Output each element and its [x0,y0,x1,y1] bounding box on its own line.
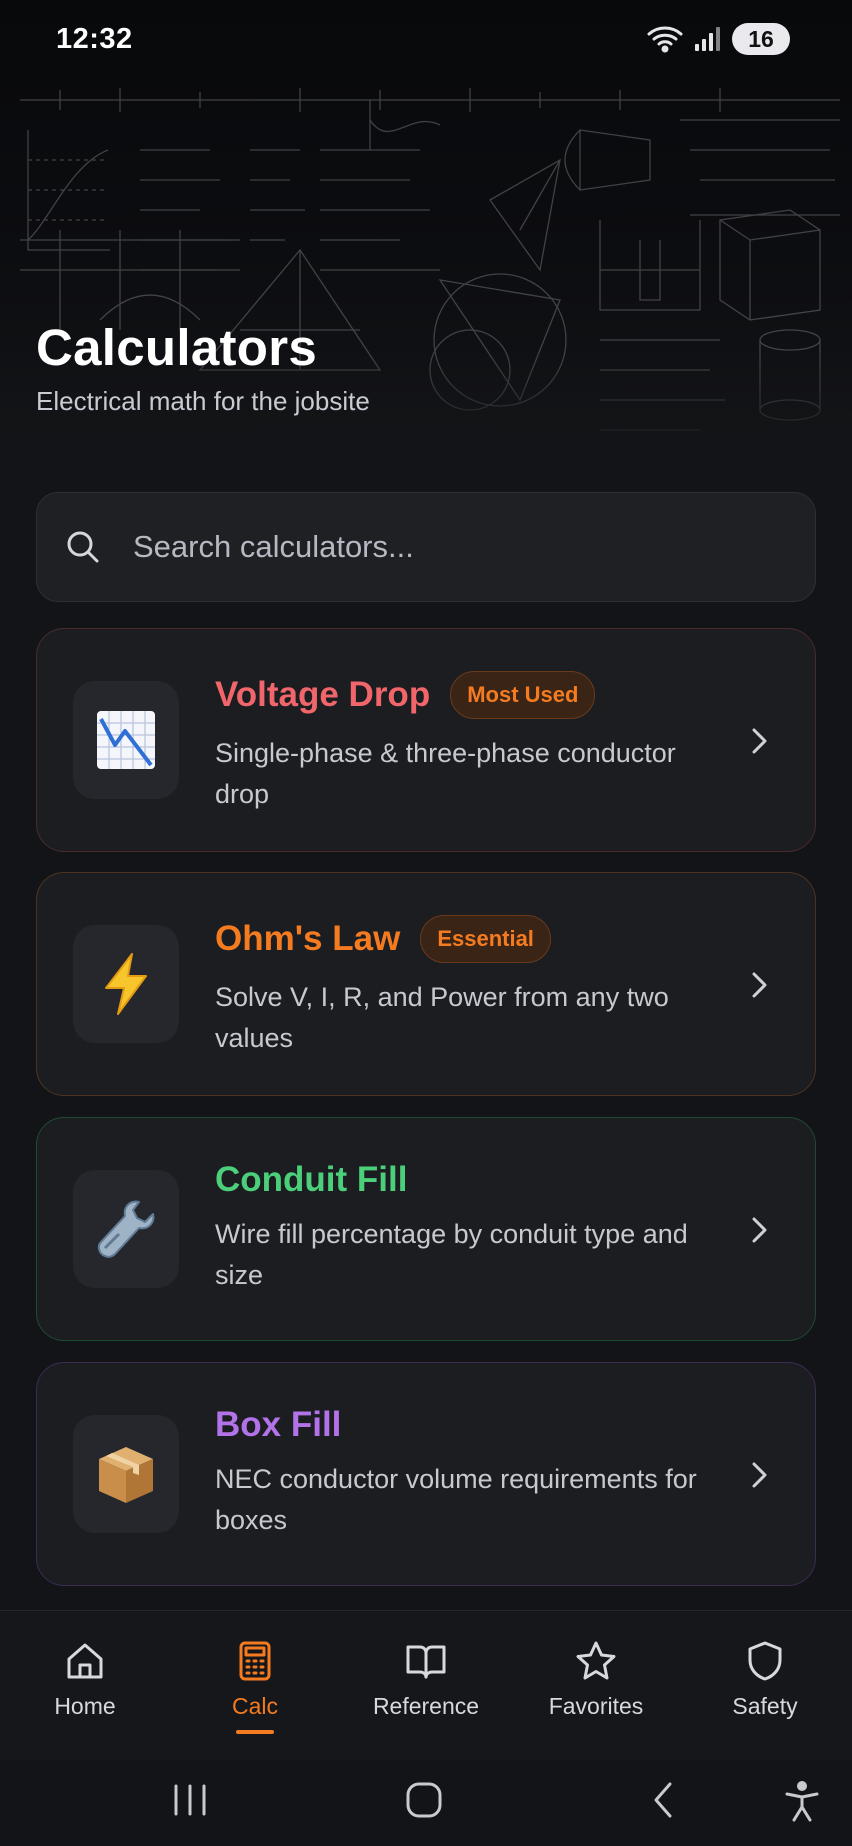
tab-label: Favorites [548,1693,644,1719]
card-icon-container [73,925,179,1043]
search-input[interactable] [133,529,733,565]
tab-safety[interactable]: Safety [700,1639,830,1720]
page-subtitle: Electrical math for the jobsite [36,386,370,416]
chart-decreasing-icon [97,711,155,769]
active-tab-indicator [236,1730,274,1734]
chevron-right-icon [752,1217,767,1243]
system-navigation-bar [0,1760,852,1846]
card-badge: Essential [420,915,551,963]
package-icon [99,1447,153,1503]
tab-calc[interactable]: Calc [190,1639,320,1734]
card-title: Voltage Drop [215,675,431,714]
card-description: Single-phase & three-phase conductor dro… [215,738,676,809]
calculator-icon [239,1641,271,1681]
battery-level: 16 [748,25,774,52]
tab-label: Reference [372,1693,480,1719]
calculator-card-voltage-drop[interactable]: Voltage Drop Most Used Single-phase & th… [36,628,816,852]
shield-icon [748,1641,782,1681]
search-bar[interactable] [36,492,816,602]
card-description: NEC conductor volume requirements for bo… [215,1464,697,1535]
wrench-icon [97,1200,155,1258]
bottom-tab-bar: Home Calc Reference Favorites Safety [0,1610,852,1760]
tab-reference[interactable]: Reference [361,1639,491,1720]
search-icon [67,531,99,563]
card-description: Wire fill percentage by conduit type and… [215,1219,688,1290]
status-bar: 12:32 16 [0,0,852,78]
calculator-card-conduit-fill[interactable]: Conduit Fill Wire fill percentage by con… [36,1117,816,1341]
signal-icon [695,27,720,51]
calculator-card-ohms-law[interactable]: Ohm's Law Essential Solve V, I, R, and P… [36,872,816,1096]
tab-favorites[interactable]: Favorites [531,1639,661,1720]
home-circle-icon [406,1782,442,1818]
chevron-right-icon [752,728,767,754]
recent-apps-button[interactable] [172,1780,208,1825]
card-icon-container [73,1170,179,1288]
status-time: 12:32 [56,22,133,55]
battery-indicator: 16 [732,23,790,55]
book-icon [406,1645,446,1679]
card-title: Box Fill [215,1405,342,1444]
home-icon [67,1643,103,1679]
home-system-button[interactable] [404,1780,444,1825]
chevron-right-icon [752,972,767,998]
back-system-button[interactable] [648,1780,678,1825]
page-title: Calculators [36,319,318,376]
wifi-icon [647,26,683,53]
card-description: Solve V, I, R, and Power from any two va… [215,982,669,1053]
back-icon [654,1782,672,1818]
card-icon-container [73,1415,179,1533]
lightning-icon [105,953,147,1015]
card-title: Conduit Fill [215,1160,408,1199]
card-badge: Most Used [450,671,596,719]
chevron-right-icon [752,1462,767,1488]
calculator-card-box-fill[interactable]: Box Fill NEC conductor volume requiremen… [36,1362,816,1586]
tab-label: Safety [732,1693,798,1719]
card-icon-container [73,681,179,799]
star-icon [576,1641,616,1680]
accessibility-button[interactable] [782,1780,822,1829]
tab-home[interactable]: Home [20,1639,150,1720]
tab-label: Calc [231,1693,278,1719]
tab-label: Home [54,1693,116,1719]
card-title: Ohm's Law [215,919,401,958]
accessibility-icon [785,1781,819,1822]
recent-apps-icon [174,1784,206,1816]
calculators-screen: 12:32 16 Calculators Electrical math for… [0,0,852,1846]
